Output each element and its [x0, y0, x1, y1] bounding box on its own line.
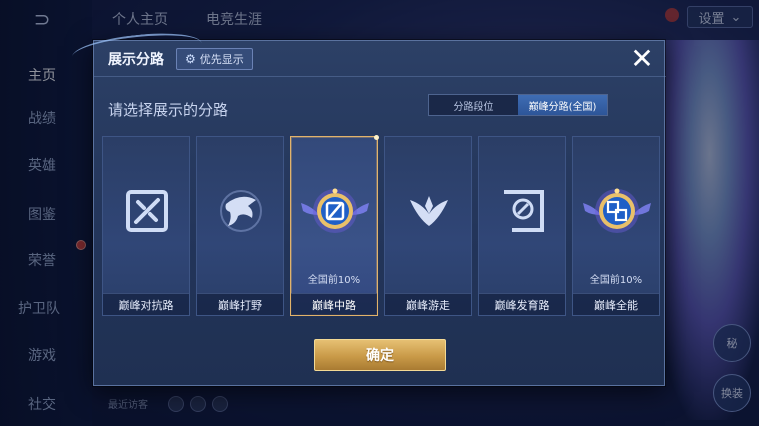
roam-icon [399, 181, 459, 241]
clash-lane-icon [117, 181, 177, 241]
card-label: 巅峰对抗路 [103, 293, 189, 315]
farm-lane-icon [493, 181, 553, 241]
card-note: 全国前10% [307, 275, 361, 286]
priority-display-label: 优先显示 [199, 53, 244, 66]
segment-peak-lane-national[interactable]: 巅峰分路(全国) [518, 95, 607, 115]
card-label: 巅峰游走 [385, 293, 471, 315]
lane-card-all-round[interactable]: 全国前10% 巅峰全能 [572, 136, 660, 316]
all-round-badge-icon [577, 181, 657, 241]
lane-card-list: 巅峰对抗路 巅峰打野 全国前10% 巅峰中路 巅峰游走 巅峰发育路 全国前10%… [102, 135, 660, 316]
card-label: 巅峰打野 [197, 293, 283, 315]
lane-display-dialog: 展示分路 ⚙ 优先显示 ✕ 请选择展示的分路 分路段位 巅峰分路(全国) 巅峰对… [70, 28, 666, 386]
close-button[interactable]: ✕ [628, 45, 656, 73]
card-label: 巅峰全能 [573, 293, 659, 315]
dialog-subtitle: 请选择展示的分路 [108, 101, 229, 119]
card-label: 巅峰发育路 [479, 293, 565, 315]
dialog-header: 展示分路 ⚙ 优先显示 ✕ [70, 28, 666, 77]
dialog-title: 展示分路 [108, 52, 164, 68]
card-note: 全国前10% [589, 275, 643, 286]
sparkle-icon [374, 135, 379, 140]
lane-card-jungle[interactable]: 巅峰打野 [196, 136, 284, 316]
mid-lane-badge-icon [295, 181, 375, 241]
lane-mode-toggle: 分路段位 巅峰分路(全国) [428, 94, 608, 116]
lane-card-clash[interactable]: 巅峰对抗路 [102, 136, 190, 316]
jungle-icon [211, 181, 271, 241]
lane-card-roam[interactable]: 巅峰游走 [384, 136, 472, 316]
lane-card-farm[interactable]: 巅峰发育路 [478, 136, 566, 316]
gear-icon: ⚙ [185, 52, 196, 66]
confirm-button[interactable]: 确定 [314, 339, 446, 371]
segment-lane-rank[interactable]: 分路段位 [429, 95, 518, 115]
card-label: 巅峰中路 [291, 293, 377, 315]
priority-display-button[interactable]: ⚙ 优先显示 [176, 48, 253, 70]
lane-card-mid[interactable]: 全国前10% 巅峰中路 [290, 135, 379, 316]
